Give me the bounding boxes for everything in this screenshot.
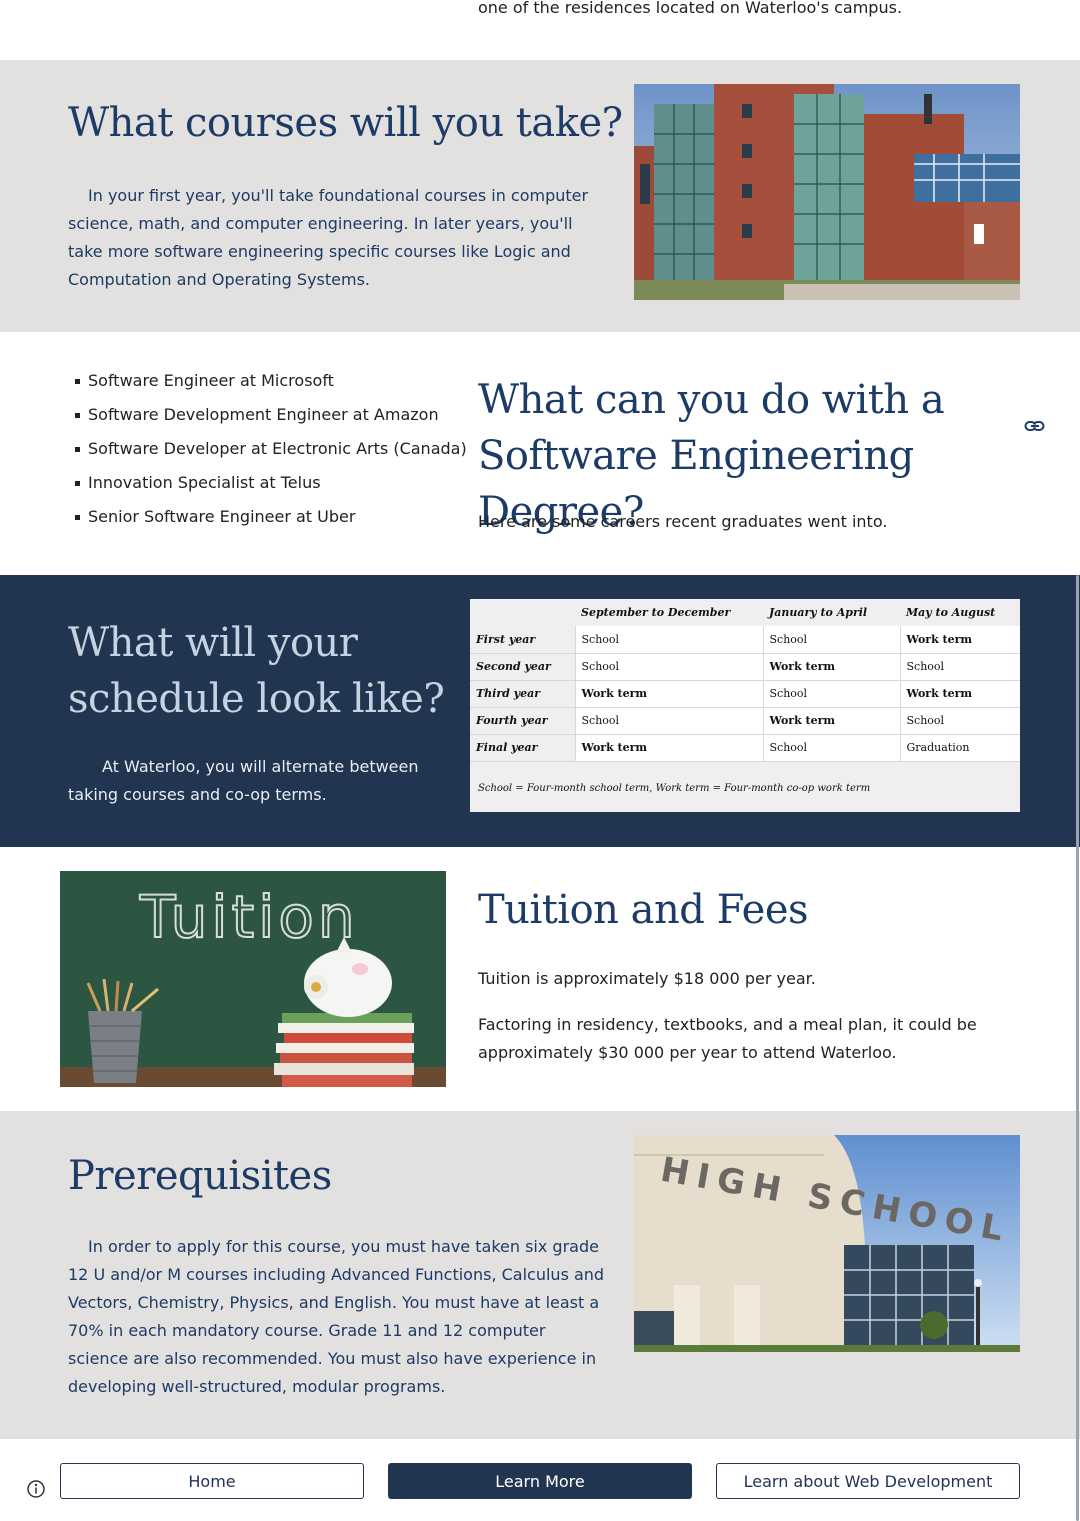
table-cell: School — [899, 707, 1020, 735]
prerequisites-section: Prerequisites In order to apply for this… — [0, 1111, 1080, 1439]
courses-section: What courses will you take? In your firs… — [0, 60, 1080, 332]
list-item: Software Development Engineer at Amazon — [72, 398, 467, 432]
table-cell: Work term — [574, 734, 763, 762]
table-cell: School — [574, 707, 763, 735]
table-header: May to August — [906, 606, 996, 619]
table-row: Second year School Work term School — [470, 653, 1020, 681]
tuition-title: Tuition and Fees — [478, 887, 809, 933]
courses-title: What courses will you take? — [68, 100, 623, 146]
table-cell: First year — [470, 626, 575, 654]
schedule-title: What will your schedule look like? — [68, 620, 445, 722]
footer-nav: Home Learn More Learn about Web Developm… — [0, 1439, 1080, 1521]
table-cell: Work term — [899, 680, 1020, 708]
table-cell: Work term — [762, 707, 900, 735]
table-cell: Third year — [470, 680, 575, 708]
table-cell: School — [762, 626, 900, 654]
table-cell: Work term — [899, 626, 1020, 654]
tuition-chalk-text: Tuition — [139, 883, 359, 951]
list-item: Innovation Specialist at Telus — [72, 466, 467, 500]
residence-text: one of the residences located on Waterlo… — [478, 0, 903, 17]
tuition-line-1: Tuition is approximately $18 000 per yea… — [478, 969, 816, 988]
table-header: September to December — [575, 599, 763, 626]
table-cell: Second year — [470, 653, 575, 681]
table-cell: Fourth year — [470, 707, 575, 735]
table-cell: School — [762, 734, 900, 762]
careers-section: Software Engineer at Microsoft Software … — [0, 332, 1080, 575]
schedule-section: What will your schedule look like? At Wa… — [0, 575, 1080, 847]
schedule-body: At Waterloo, you will alternate between … — [68, 757, 419, 804]
schedule-table: September to December January to April M… — [470, 599, 1020, 762]
table-cell: Graduation — [899, 734, 1020, 762]
table-cell: School — [899, 653, 1020, 681]
courses-body: In your first year, you'll take foundati… — [68, 186, 589, 289]
web-development-button[interactable]: Learn about Web Development — [716, 1463, 1020, 1499]
tuition-chalkboard-image: Tuition — [60, 871, 446, 1087]
table-cell: Work term — [574, 680, 763, 708]
careers-list: Software Engineer at Microsoft Software … — [72, 364, 467, 534]
table-cell: School — [762, 680, 900, 708]
high-school-image: HIGH SCHOOL — [634, 1135, 1020, 1352]
table-cell: Final year — [470, 734, 575, 762]
careers-body: Here are some careers recent graduates w… — [478, 512, 888, 531]
table-legend: School = Four-month school term, Work te… — [478, 783, 871, 794]
home-button[interactable]: Home — [60, 1463, 364, 1499]
table-cell: Work term — [762, 653, 900, 681]
engineering-building-image — [634, 84, 1020, 300]
table-cell: School — [574, 626, 763, 654]
table-row: Fourth year School Work term School — [470, 707, 1020, 735]
scrollbar[interactable] — [1076, 575, 1079, 1521]
table-header: January to April — [769, 606, 868, 619]
tuition-line-2: Factoring in residency, textbooks, and a… — [478, 1015, 977, 1062]
table-cell: School — [574, 653, 763, 681]
schedule-table-image: September to December January to April M… — [470, 599, 1020, 812]
table-row: Third year Work term School Work term — [470, 680, 1020, 708]
table-row: First year School School Work term — [470, 626, 1020, 654]
tuition-section: Tuition Tuition and Fees Tuition is appr… — [0, 847, 1080, 1111]
table-header — [470, 599, 575, 626]
list-item: Software Engineer at Microsoft — [72, 364, 467, 398]
link-icon[interactable] — [1024, 418, 1046, 434]
top-strip: one of the residences located on Waterlo… — [0, 0, 1080, 60]
list-item: Software Developer at Electronic Arts (C… — [72, 432, 467, 466]
list-item: Senior Software Engineer at Uber — [72, 500, 467, 534]
prerequisites-body: In order to apply for this course, you m… — [68, 1237, 605, 1396]
info-icon[interactable] — [26, 1479, 46, 1499]
learn-more-button[interactable]: Learn More — [388, 1463, 692, 1499]
prerequisites-title: Prerequisites — [68, 1153, 332, 1199]
table-row: Final year Work term School Graduation — [470, 734, 1020, 762]
